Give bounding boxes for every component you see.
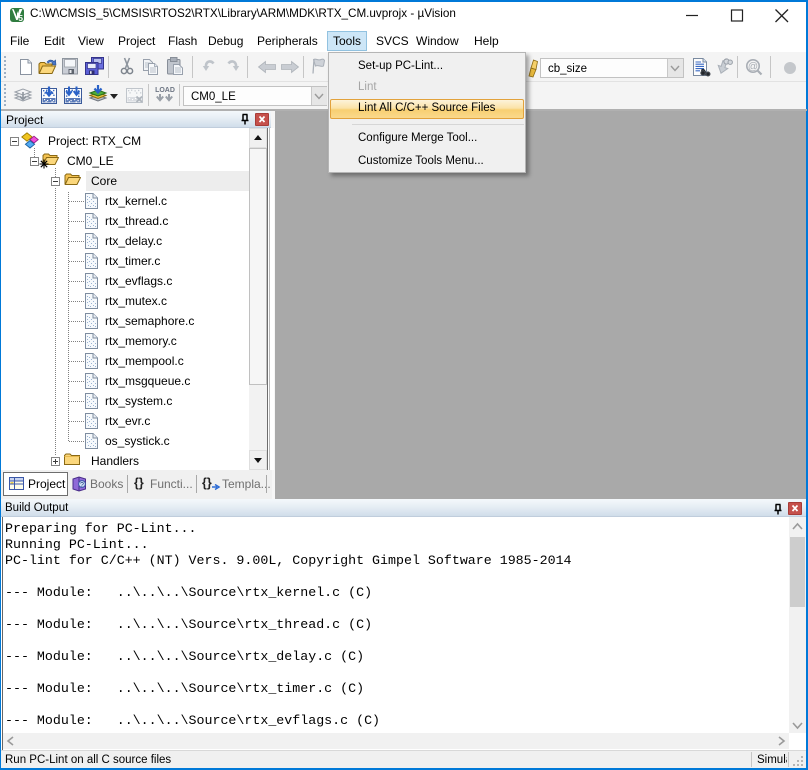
svg-text:@: @: [748, 62, 758, 73]
svg-text:LOAD: LOAD: [155, 87, 175, 94]
svg-text:?: ?: [80, 482, 84, 489]
svg-text:5: 5: [18, 13, 23, 22]
